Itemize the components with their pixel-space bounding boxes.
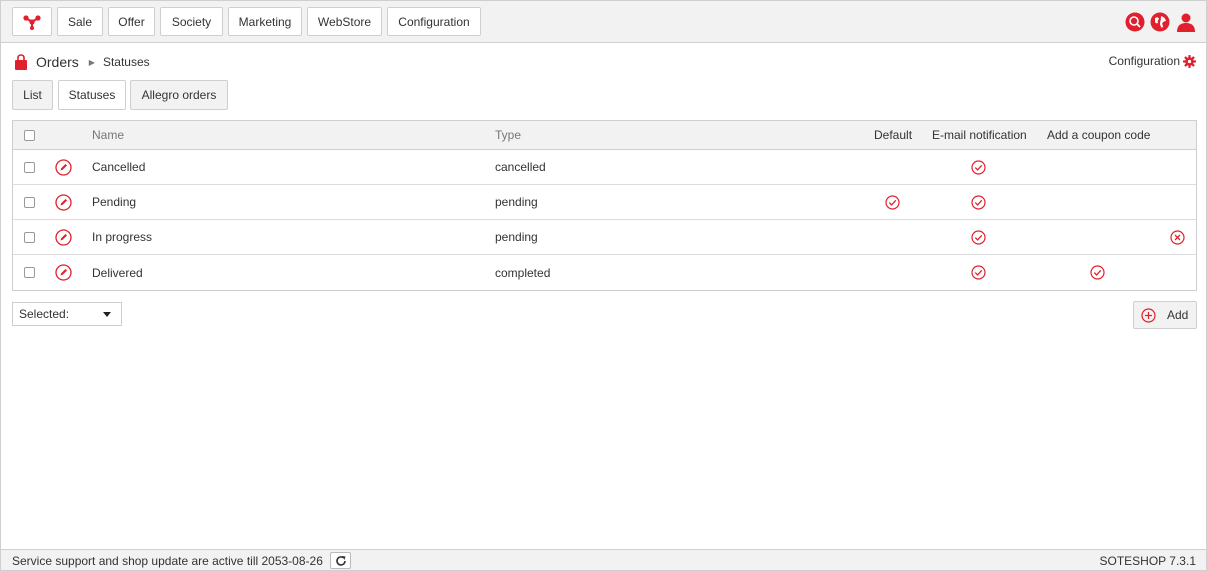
row-checkbox-cell: [24, 185, 35, 219]
nav-marketing-button[interactable]: Marketing: [228, 7, 302, 36]
breadcrumb-orders[interactable]: Orders: [36, 54, 79, 70]
footer: Service support and shop update are acti…: [1, 549, 1206, 570]
header-type[interactable]: Type: [495, 121, 521, 149]
statuses-table: Name Type Default E-mail notification Ad…: [12, 120, 1197, 291]
header-coupon-code: Add a coupon code: [1047, 128, 1151, 142]
select-all-checkbox-cell: [24, 121, 35, 149]
breadcrumb: Orders ▶ Statuses: [14, 52, 150, 72]
row-checkbox[interactable]: [24, 196, 35, 208]
add-status-button[interactable]: Add: [1133, 301, 1197, 329]
search-icon[interactable]: [1125, 12, 1145, 32]
status-type: pending: [495, 230, 538, 244]
email-notification-check-icon: [971, 185, 986, 219]
email-notification-check-icon: [971, 255, 986, 290]
globe-icon[interactable]: [1150, 12, 1170, 32]
header-default: Default: [874, 128, 913, 142]
caret-down-icon: [103, 312, 111, 317]
row-checkbox[interactable]: [24, 161, 35, 173]
delete-icon[interactable]: [1170, 220, 1185, 254]
nav-society-button[interactable]: Society: [160, 7, 223, 36]
refresh-icon: [335, 555, 346, 566]
top-navigation-bar: Sale Offer Society Marketing WebStore Co…: [1, 1, 1206, 43]
nav-sale-button[interactable]: Sale: [57, 7, 103, 36]
support-status-text: Service support and shop update are acti…: [12, 554, 323, 568]
gear-icon: [1183, 54, 1196, 68]
version-text: SOTESHOP 7.3.1: [1099, 554, 1197, 568]
configuration-link[interactable]: Configuration: [1109, 54, 1196, 68]
row-checkbox-cell: [24, 150, 35, 184]
table-body: Cancelled cancelled Pending pending In progr…: [13, 150, 1196, 290]
status-name[interactable]: In progress: [92, 220, 152, 254]
table-row: In progress pending: [13, 220, 1196, 255]
coupon-check-icon: [1090, 255, 1105, 290]
email-notification-check-icon: [971, 220, 986, 254]
nav-webstore-button[interactable]: WebStore: [307, 7, 382, 36]
select-all-checkbox[interactable]: [24, 129, 35, 141]
row-checkbox[interactable]: [24, 231, 35, 243]
status-type: cancelled: [495, 160, 546, 174]
breadcrumb-current: Statuses: [102, 55, 150, 69]
refresh-button[interactable]: [330, 552, 351, 569]
logo-icon: [23, 14, 41, 30]
tab-allegro-orders[interactable]: Allegro orders: [130, 80, 228, 110]
status-name[interactable]: Cancelled: [92, 150, 145, 184]
table-header: Name Type Default E-mail notification Ad…: [13, 121, 1196, 150]
status-name[interactable]: Pending: [92, 185, 136, 219]
table-row: Cancelled cancelled: [13, 150, 1196, 185]
shopping-bag-icon: [15, 53, 27, 70]
breadcrumb-separator-icon: ▶: [88, 57, 95, 67]
bulk-action-select[interactable]: Selected:: [12, 302, 122, 326]
nav-offer-button[interactable]: Offer: [108, 7, 155, 36]
home-logo-button[interactable]: [12, 7, 52, 36]
status-type: pending: [495, 195, 538, 209]
row-checkbox[interactable]: [24, 267, 35, 278]
edit-icon[interactable]: [55, 150, 72, 184]
bulk-action-label: Selected:: [19, 307, 70, 321]
status-name[interactable]: Delivered: [92, 255, 143, 290]
user-icon[interactable]: [1176, 12, 1196, 32]
edit-icon[interactable]: [55, 185, 72, 219]
nav-configuration-button[interactable]: Configuration: [387, 7, 481, 36]
table-row: Delivered completed: [13, 255, 1196, 290]
edit-icon[interactable]: [55, 220, 72, 254]
email-notification-check-icon: [971, 150, 986, 184]
plus-circle-icon: [1141, 307, 1156, 323]
header-email-notification: E-mail notification: [932, 128, 1027, 142]
header-name[interactable]: Name: [92, 121, 124, 149]
tab-statuses[interactable]: Statuses: [58, 80, 126, 110]
row-checkbox-cell: [24, 220, 35, 254]
configuration-link-label: Configuration: [1108, 54, 1180, 68]
status-type: completed: [495, 265, 551, 280]
table-row: Pending pending: [13, 185, 1196, 220]
default-check-icon: [885, 185, 900, 219]
row-checkbox-cell: [24, 255, 35, 290]
tab-list[interactable]: List: [12, 80, 53, 110]
edit-icon[interactable]: [55, 255, 72, 290]
add-button-label: Add: [1167, 308, 1189, 322]
